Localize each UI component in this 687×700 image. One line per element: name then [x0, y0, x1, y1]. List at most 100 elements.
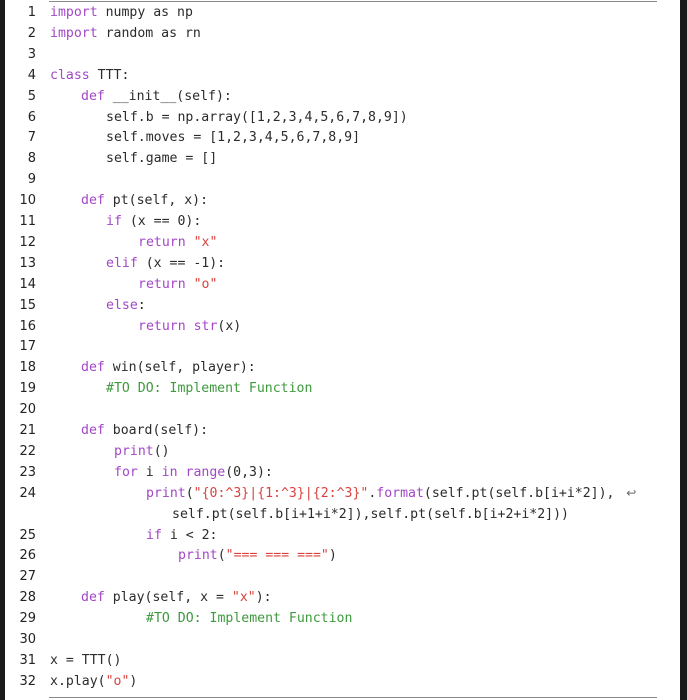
code-line-23: 23 for i in range(0,3): [0, 465, 680, 486]
code-token: (x == -1): [137, 255, 226, 271]
code-line-11: 11 if (x == 0): [0, 214, 680, 235]
line-number: 17 [19, 339, 36, 355]
line-number: 6 [27, 109, 36, 125]
code-line-10: 10 def pt(self, x): [0, 193, 680, 214]
code-line-3: 3 [0, 47, 680, 68]
keyword-token: if [106, 214, 122, 229]
line-number: 19 [19, 381, 36, 397]
line-number: 15 [19, 297, 36, 313]
code-text: return "o" [138, 277, 217, 292]
code-token: : [137, 297, 146, 313]
code-token: (x == 0): [121, 214, 202, 229]
code-line-14: 14 return "o" [0, 277, 680, 298]
code-line-26: 26 print("=== === ===") [0, 548, 680, 569]
line-number: 13 [19, 255, 36, 271]
code-token: self.game = [] [106, 151, 218, 167]
code-line-1: 1 import numpy as np [0, 5, 680, 26]
code-text: #TO DO: Implement Function [146, 611, 352, 626]
code-text: for i in range(0,3): [114, 465, 273, 480]
code-token: random as rn [105, 25, 201, 41]
code-line-30: 30 [0, 632, 680, 653]
line-number: 26 [19, 548, 36, 564]
string-token: "x" [193, 234, 218, 250]
code-text: def win(self, player): [81, 360, 256, 375]
line-number: 9 [27, 172, 36, 188]
keyword-token: import [50, 25, 98, 41]
code-line-20: 20 [0, 402, 680, 423]
code-line-16: 16 return str(x) [0, 319, 680, 340]
code-line-17: 17 [0, 339, 680, 360]
code-line-27: 27 [0, 569, 680, 590]
code-token: ) [328, 548, 337, 564]
line-number: 28 [19, 590, 36, 606]
line-number: 29 [19, 611, 36, 627]
code-text: if i < 2: [146, 528, 217, 543]
line-number: 11 [19, 214, 36, 229]
code-text: #TO DO: Implement Function [106, 381, 312, 396]
code-token: win(self, player): [112, 360, 256, 376]
code-text: if (x == 0): [106, 214, 201, 229]
code-text: x = TTT() [50, 653, 121, 668]
code-line-32: 32 x.play("o") [0, 674, 680, 695]
code-token: () [153, 443, 170, 459]
line-number: 7 [27, 130, 36, 146]
line-number: 31 [19, 652, 36, 668]
keyword-token: import [50, 5, 98, 20]
string-token: "{0:^3}|{1:^3}|{2:^3}" [193, 485, 369, 501]
code-token: numpy as np [105, 5, 193, 20]
line-number: 22 [19, 443, 36, 459]
code-line-18: 18 def win(self, player): [0, 360, 680, 381]
line-number: 25 [19, 527, 36, 543]
keyword-token: def [81, 360, 105, 376]
keyword-token: return [138, 234, 186, 250]
keyword-token: str [193, 318, 218, 334]
line-number: 23 [19, 464, 36, 480]
line-number: 18 [19, 360, 36, 376]
code-text: import numpy as np [50, 5, 193, 20]
keyword-token: range [185, 464, 226, 480]
string-token: "=== === ===" [225, 548, 329, 564]
string-token: "x" [231, 590, 256, 606]
keyword-token: return [138, 276, 186, 292]
code-text: class TTT: [50, 68, 129, 83]
code-text: print() [114, 444, 170, 459]
keyword-token: def [81, 88, 105, 104]
line-number: 21 [19, 423, 36, 438]
keyword-token: print [114, 443, 154, 459]
code-line-31: 31 x = TTT() [0, 653, 680, 674]
keyword-token: else [106, 297, 138, 313]
code-text: def board(self): [81, 423, 208, 438]
line-number: 5 [27, 88, 36, 104]
code-token: __init__(self): [112, 88, 232, 104]
code-text: def pt(self, x): [81, 193, 208, 208]
code-token: board(self): [112, 423, 209, 438]
line-number: 3 [27, 46, 36, 62]
code-line-29: 29 #TO DO: Implement Function [0, 611, 680, 632]
code-text: self.moves = [1,2,3,4,5,6,7,8,9] [106, 130, 360, 145]
keyword-token: def [81, 423, 105, 438]
right-frame-edge [680, 0, 687, 700]
code-token: i < 2: [161, 527, 218, 543]
line-number: 8 [27, 151, 36, 167]
keyword-token: if [146, 527, 162, 543]
comment-token: #TO DO: Implement Function [146, 611, 353, 627]
line-number: 27 [19, 569, 36, 585]
code-line-19: 19 #TO DO: Implement Function [0, 381, 680, 402]
keyword-token: print [146, 485, 186, 501]
code-text: return "x" [138, 235, 217, 250]
code-token: ) [129, 673, 138, 689]
keyword-token: format [376, 485, 424, 501]
code-token: ): [255, 590, 272, 606]
code-token: self.moves = [1,2,3,4,5,6,7,8,9] [106, 130, 361, 146]
code-text: self.b = np.array([1,2,3,4,5,6,7,8,9]) [106, 110, 408, 125]
code-token: TTT: [97, 67, 130, 83]
code-token: pt(self, x): [112, 193, 209, 209]
code-token: x = TTT() [50, 652, 122, 668]
listing-top-rule [49, 1, 657, 2]
code-token: x.play( [50, 673, 106, 689]
code-line-continuation: self.pt(self.b[i+1+i*2]),self.pt(self.b[… [0, 507, 680, 528]
line-wrap-arrow-icon: ↩ [622, 485, 637, 500]
code-token: (self.pt(self.b[i+i*2]), [423, 485, 623, 501]
line-number: 20 [19, 402, 36, 418]
